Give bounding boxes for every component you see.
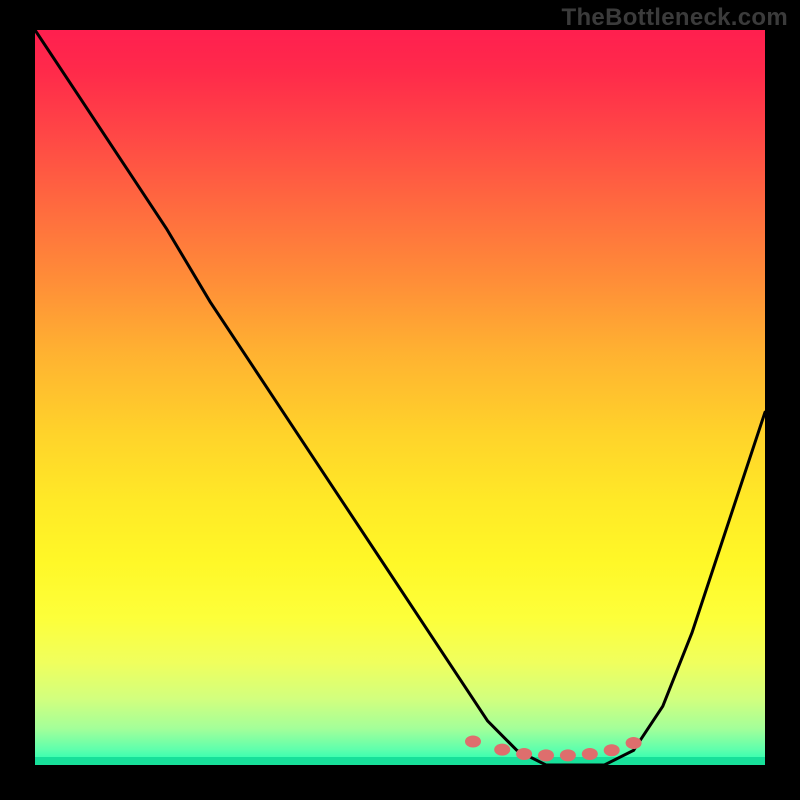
bottleneck-curve <box>35 30 765 765</box>
curve-layer <box>35 30 765 765</box>
plot-area <box>35 30 765 765</box>
marker-dot <box>560 749 576 761</box>
optimal-range-markers <box>465 736 642 762</box>
marker-dot <box>582 748 598 760</box>
marker-dot <box>604 744 620 756</box>
marker-dot <box>516 748 532 760</box>
marker-dot <box>538 749 554 761</box>
marker-dot <box>494 744 510 756</box>
chart-frame: TheBottleneck.com <box>0 0 800 800</box>
marker-dot <box>626 737 642 749</box>
marker-dot <box>465 736 481 748</box>
watermark-text: TheBottleneck.com <box>562 4 788 32</box>
